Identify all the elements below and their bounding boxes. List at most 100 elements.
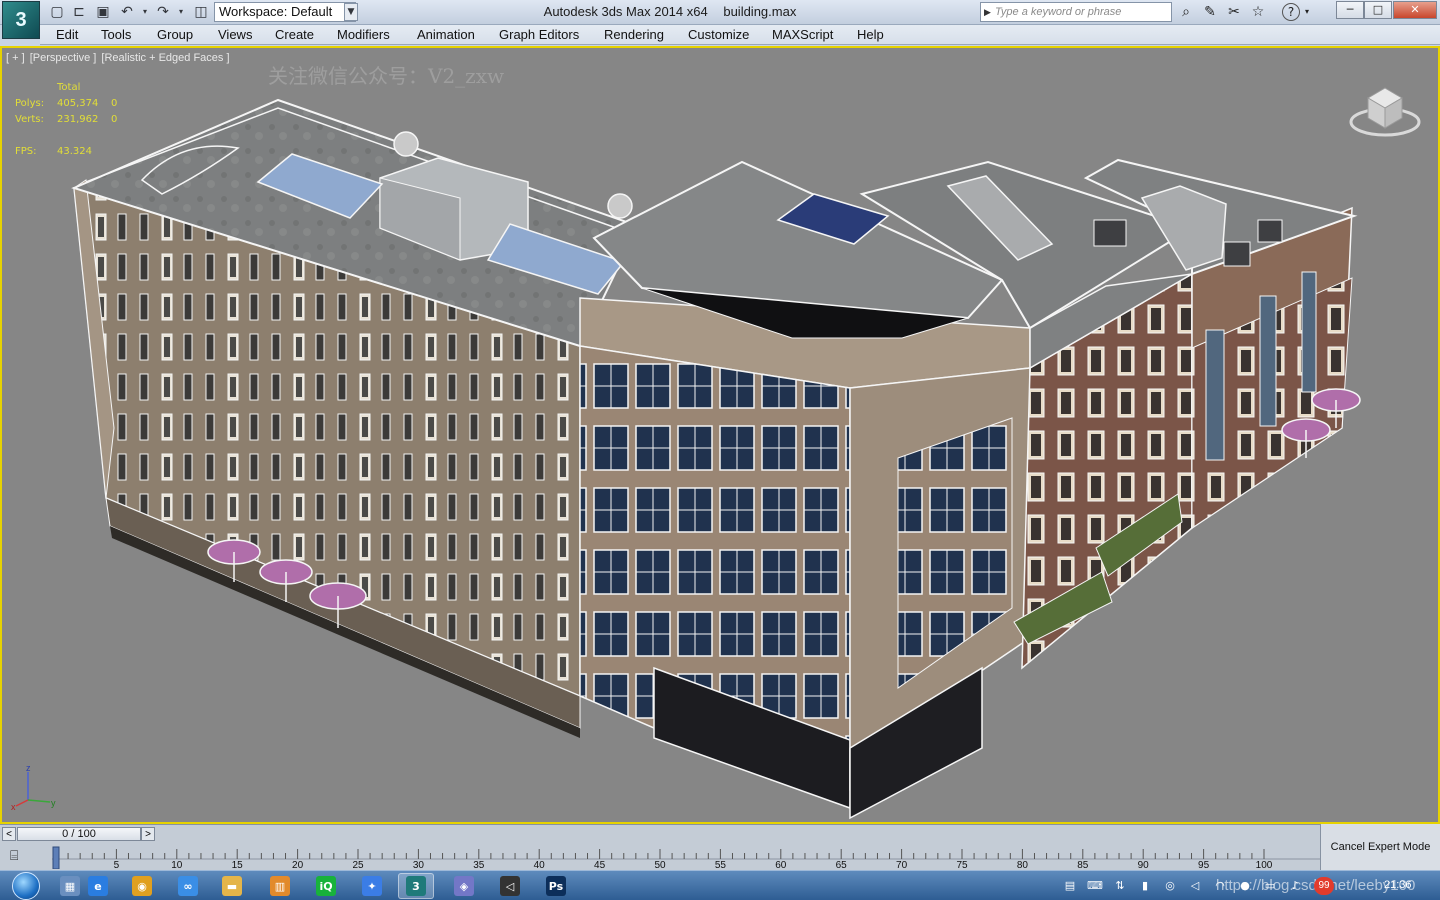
send-tray-icon[interactable]: ◁: [1187, 878, 1203, 894]
notification-badge[interactable]: 99: [1314, 877, 1334, 895]
menu-create[interactable]: Create: [271, 25, 318, 45]
viewport-pov-label[interactable]: [Perspective ]: [30, 52, 97, 64]
communication-center-icon[interactable]: ✎: [1200, 3, 1220, 21]
viewport-menu-label[interactable]: [ + ]: [6, 52, 25, 64]
star-icon[interactable]: ☆: [1248, 3, 1268, 21]
workspace-value: Workspace: Default: [219, 4, 333, 19]
ruler-tick-label: 65: [836, 860, 848, 869]
redo-dropdown-icon[interactable]: ▾: [176, 3, 186, 21]
undo-icon[interactable]: ↶: [118, 3, 136, 21]
3ds-max-icon: 3: [406, 876, 426, 896]
taskbar-app-chrome[interactable]: ◉: [124, 873, 160, 899]
system-clock[interactable]: 21:36: [1384, 879, 1412, 891]
cancel-expert-mode-button[interactable]: Cancel Expert Mode: [1320, 824, 1440, 870]
ruler-tick-label: 70: [896, 860, 908, 869]
close-button[interactable]: ✕: [1393, 1, 1437, 19]
menu-animation[interactable]: Animation: [413, 25, 479, 45]
menu-tools[interactable]: Tools: [97, 25, 135, 45]
open-file-icon[interactable]: ⊏: [70, 3, 88, 21]
ruler-tick-label: 5: [114, 860, 120, 869]
workspace-dropdown-arrow-icon[interactable]: ▼: [344, 3, 358, 21]
workspace-dropdown[interactable]: Workspace: Default: [214, 2, 356, 22]
vmware-icon: ◈: [454, 876, 474, 896]
save-icon[interactable]: ▣: [94, 3, 112, 21]
favorites-icon[interactable]: ✂: [1224, 3, 1244, 21]
menu-customize[interactable]: Customize: [684, 25, 753, 45]
menu-graph-editors[interactable]: Graph Editors: [495, 25, 583, 45]
maximize-button[interactable]: □: [1364, 1, 1392, 19]
app-window: 3 ▢ ⊏ ▣ ↶ ▾ ↷ ▾ ◫ Workspace: Default ▼ A…: [0, 0, 1440, 900]
vmware-tray-icon[interactable]: ◎: [1162, 878, 1178, 894]
title-bar: 3 ▢ ⊏ ▣ ↶ ▾ ↷ ▾ ◫ Workspace: Default ▼ A…: [0, 0, 1440, 39]
taskbar-app-3ds-max[interactable]: 3: [398, 873, 434, 899]
ruler-tick-label: 90: [1138, 860, 1150, 869]
binoculars-icon[interactable]: ⌕: [1176, 3, 1196, 21]
ruler-tick-label: 10: [171, 860, 183, 869]
mini-curve-editor-icon[interactable]: ⌸: [10, 847, 32, 865]
unity-icon: ◁: [500, 876, 520, 896]
viewport-label[interactable]: [ + ] [Perspective ] [Realistic + Edged …: [6, 52, 232, 64]
time-slider[interactable]: < 0 / 100 >: [0, 824, 1320, 843]
axis-y-label: y: [51, 798, 56, 808]
usb-tray-icon[interactable]: ⇅: [1112, 878, 1128, 894]
ruler-tick-label: 55: [715, 860, 727, 869]
previous-frame-button[interactable]: <: [2, 827, 16, 841]
minimize-button[interactable]: ─: [1336, 1, 1364, 19]
ruler-tick-label: 45: [594, 860, 606, 869]
next-frame-button[interactable]: >: [141, 827, 155, 841]
axis-tripod-icon: z x y: [10, 763, 60, 812]
menu-rendering[interactable]: Rendering: [600, 25, 668, 45]
taskbar-app-wechat-work[interactable]: ✦: [354, 873, 390, 899]
battery-tray-icon[interactable]: ▮: [1137, 878, 1153, 894]
search-input[interactable]: ▶ Type a keyword or phrase: [980, 2, 1172, 22]
ruler-tick-label: 75: [956, 860, 968, 869]
menu-views[interactable]: Views: [214, 25, 256, 45]
menu-edit[interactable]: Edit: [52, 25, 82, 45]
keyboard-tray-icon[interactable]: ⌨: [1087, 878, 1103, 894]
chart-app-icon: ▥: [270, 876, 290, 896]
ruler-tick-label: 80: [1017, 860, 1029, 869]
ruler-tick-label: 20: [292, 860, 304, 869]
chrome-icon: ◉: [132, 876, 152, 896]
baidu-netdisk-icon: ∞: [178, 876, 198, 896]
redo-icon[interactable]: ↷: [154, 3, 172, 21]
perspective-viewport[interactable]: [ + ] [Perspective ] [Realistic + Edged …: [0, 46, 1440, 824]
taskbar-app-baidu-netdisk[interactable]: ∞: [170, 873, 206, 899]
frame-ruler[interactable]: 5 10 15 20 25 30 35 40 45 50 55 60 65 70 75 80 85 90 95 100: [52, 845, 1320, 869]
menu-group[interactable]: Group: [153, 25, 197, 45]
axis-z-label: z: [26, 764, 31, 773]
wechat-work-icon: ✦: [362, 876, 382, 896]
start-button[interactable]: [6, 871, 46, 900]
ruler-tick-label: 30: [413, 860, 425, 869]
menu-help[interactable]: Help: [853, 25, 888, 45]
taskbar-app-photoshop[interactable]: Ps: [538, 873, 574, 899]
time-slider-thumb[interactable]: 0 / 100: [17, 827, 141, 841]
window-title: Autodesk 3ds Max 2014 x64 building.max: [420, 0, 920, 24]
help-icon[interactable]: ?: [1282, 3, 1300, 21]
taskbar-app-chart-app[interactable]: ▥: [262, 873, 298, 899]
pdf-tray-icon[interactable]: ▤: [1062, 878, 1078, 894]
new-file-icon[interactable]: ▢: [48, 3, 66, 21]
stats-header: Total: [57, 82, 81, 93]
taskbar-app-folder[interactable]: ▬: [214, 873, 250, 899]
track-bar[interactable]: ⌸ 5 10 15 20 25 30 35 40 45 50 55 60 65 70 75 80 85 90 95 1…: [0, 843, 1320, 870]
menu-maxscript[interactable]: MAXScript: [768, 25, 837, 45]
verts-selected: 0: [111, 114, 118, 125]
application-button[interactable]: 3: [2, 1, 40, 39]
help-dropdown-icon[interactable]: ▾: [1302, 3, 1312, 21]
taskbar-app-internet-explorer[interactable]: e: [80, 873, 116, 899]
menu-modifiers[interactable]: Modifiers: [333, 25, 394, 45]
taskbar-app-unity[interactable]: ◁: [492, 873, 528, 899]
viewport-shading-label[interactable]: [Realistic + Edged Faces ]: [101, 52, 229, 64]
building-model[interactable]: [2, 48, 1438, 822]
undo-dropdown-icon[interactable]: ▾: [140, 3, 150, 21]
fps-label: FPS:: [15, 146, 37, 157]
project-folder-icon[interactable]: ◫: [192, 3, 210, 21]
search-expand-icon[interactable]: ▶: [984, 3, 991, 21]
axis-x-label: x: [11, 802, 16, 812]
current-frame-marker[interactable]: [52, 846, 60, 869]
taskbar-app-iqiyi[interactable]: iQ: [308, 873, 344, 899]
viewcube-icon[interactable]: [1348, 76, 1422, 140]
taskbar-app-vmware[interactable]: ◈: [446, 873, 482, 899]
internet-explorer-icon: e: [88, 876, 108, 896]
